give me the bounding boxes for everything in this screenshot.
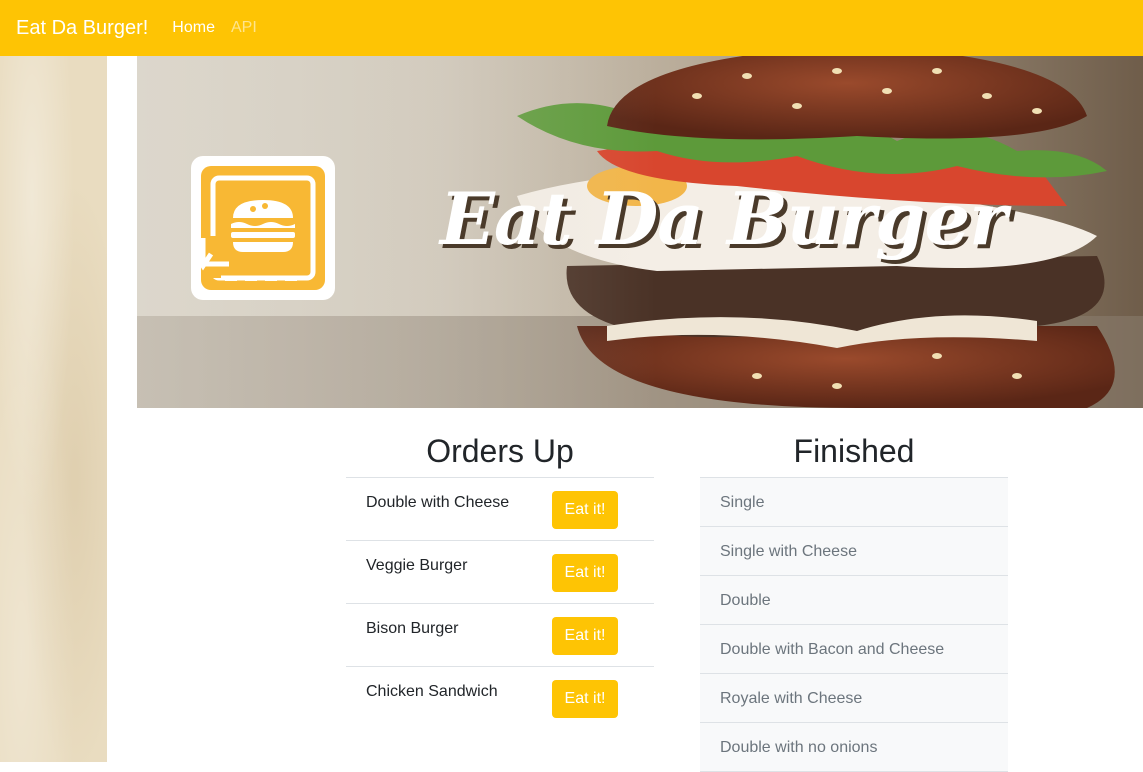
brand-link[interactable]: Eat Da Burger! xyxy=(16,17,148,40)
eat-it-button[interactable]: Eat it! xyxy=(552,680,618,718)
navbar: Eat Da Burger! Home API xyxy=(0,0,1143,56)
eat-it-button[interactable]: Eat it! xyxy=(552,554,618,592)
eat-it-button[interactable]: Eat it! xyxy=(552,491,618,529)
orders-up-column: Orders Up Double with Cheese Eat it! Veg… xyxy=(346,424,654,730)
finished-item: Double xyxy=(700,576,1008,625)
nav-api-link[interactable]: API xyxy=(231,19,257,37)
order-name: Veggie Burger xyxy=(366,557,468,574)
order-name: Double with Cheese xyxy=(366,494,510,511)
order-row: Veggie Burger Eat it! xyxy=(346,541,654,604)
finished-item: Double with no onions xyxy=(700,723,1008,772)
eat-it-button[interactable]: Eat it! xyxy=(552,617,618,655)
order-name: Bison Burger xyxy=(366,620,459,637)
order-row: Bison Burger Eat it! xyxy=(346,604,654,667)
finished-item: Double with Bacon and Cheese xyxy=(700,625,1008,674)
finished-item: Royale with Cheese xyxy=(700,674,1008,723)
burger-logo-icon xyxy=(191,156,335,300)
nav-home-link[interactable]: Home xyxy=(172,19,215,37)
order-name: Chicken Sandwich xyxy=(366,683,498,700)
orders-heading: Orders Up xyxy=(346,424,654,478)
finished-heading: Finished xyxy=(700,424,1008,478)
order-row: Chicken Sandwich Eat it! xyxy=(346,667,654,730)
finished-item: Single xyxy=(700,478,1008,527)
hero-title: Eat Da Burger xyxy=(440,176,1007,261)
paper-background xyxy=(0,56,107,762)
order-row: Double with Cheese Eat it! xyxy=(346,478,654,541)
finished-column: Finished Single Single with Cheese Doubl… xyxy=(700,424,1008,772)
finished-item: Single with Cheese xyxy=(700,527,1008,576)
